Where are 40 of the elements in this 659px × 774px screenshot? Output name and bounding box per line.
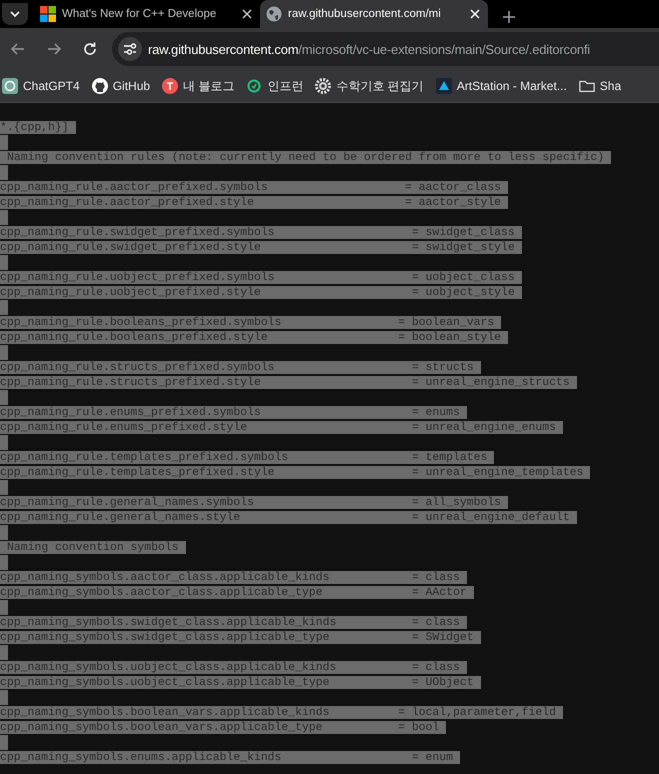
browser-tab[interactable]: raw.githubusercontent.com/mi — [260, 0, 488, 28]
gear-icon — [315, 78, 332, 94]
selection-highlight — [0, 300, 8, 315]
selection-highlight — [0, 645, 8, 660]
bookmark[interactable]: Sha — [578, 78, 622, 94]
windows-logo-icon — [40, 6, 56, 22]
site-settings-icon[interactable] — [123, 42, 137, 56]
selection-highlight — [0, 555, 8, 570]
selection-highlight — [0, 210, 8, 225]
browser-tab[interactable]: What's New for C++ Develope — [34, 0, 260, 28]
selection-highlight — [0, 435, 8, 450]
selection-highlight — [0, 600, 8, 615]
selection-highlight — [0, 345, 8, 360]
bookmark[interactable]: ArtStation - Market... — [436, 78, 567, 94]
bookmark[interactable]: 인프런 — [246, 78, 304, 94]
tab-search-button[interactable] — [2, 3, 28, 25]
selection-highlight — [0, 735, 8, 750]
selection-highlight — [0, 525, 8, 540]
globe-icon — [266, 6, 282, 22]
folder-icon — [578, 78, 595, 94]
new-tab-icon[interactable] — [502, 10, 516, 24]
github-logo-icon — [92, 78, 108, 94]
artstation-logo-icon — [436, 78, 452, 94]
back-icon[interactable] — [10, 41, 26, 57]
selection-highlight — [0, 690, 8, 705]
chevron-down-icon — [10, 9, 20, 19]
selection-highlight — [0, 255, 8, 270]
close-icon[interactable] — [242, 9, 252, 19]
bookmark[interactable]: GitHub — [92, 78, 150, 94]
selection-highlight — [0, 390, 8, 405]
section-header: *.{cpp,h}] — [0, 121, 76, 134]
selection-highlight — [0, 135, 8, 150]
address-bar[interactable]: raw.githubusercontent.com/microsoft/vc-ue-extensions/main/Source/.editorconfi — [112, 32, 659, 66]
selection-highlight — [0, 480, 8, 495]
bookmark[interactable]: 수학기호 편집기 — [315, 78, 424, 94]
selection-highlight — [0, 165, 8, 180]
forward-icon[interactable] — [46, 41, 62, 57]
bookmark[interactable]: 내 블로그 — [162, 78, 234, 94]
bookmark[interactable]: ChatGPT4 — [2, 78, 80, 94]
reload-icon[interactable] — [82, 41, 98, 57]
